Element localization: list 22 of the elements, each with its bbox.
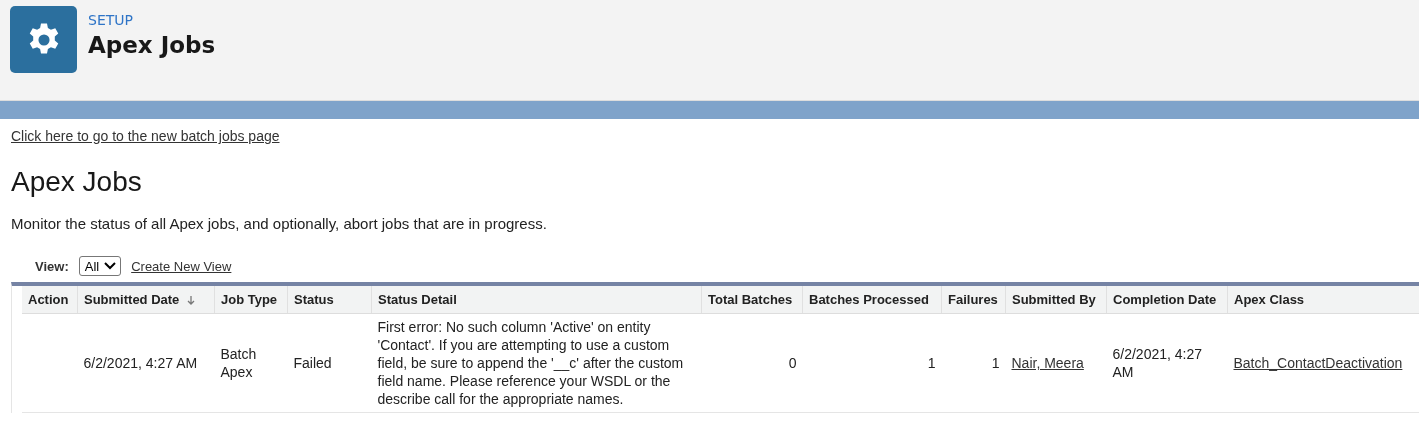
table-link[interactable]: Batch_ContactDeactivation (1233, 354, 1403, 372)
new-batch-jobs-link[interactable]: Click here to go to the new batch jobs page (11, 128, 280, 144)
table-cell: 1 (991, 355, 1000, 371)
table-cell: Batch Apex (220, 346, 257, 380)
view-label: View: (35, 258, 69, 274)
create-new-view-link[interactable]: Create New View (131, 258, 232, 274)
column-header[interactable]: Apex Class (1234, 292, 1305, 307)
table-link[interactable]: Nair, Meera (1011, 354, 1084, 372)
table-cell: First error: No such column 'Active' on entity 'Contact'. If you are attempting to use a custom field, be sure to append the '__c' after the custom field name. Please reference your WSDL or the describe call for the appropriate names. (377, 319, 684, 407)
page-title: Apex Jobs (11, 165, 143, 199)
table-cell: 1 (927, 355, 936, 371)
table-cell: 0 (788, 355, 797, 371)
column-header[interactable]: Status Detail (378, 292, 457, 307)
breadcrumb-label: SETUP (88, 12, 134, 28)
sort-descending-icon (187, 295, 196, 306)
table-cell: 6/2/2021, 4:27 AM (1112, 346, 1203, 380)
page-header-title: Apex Jobs (88, 32, 216, 58)
page-description: Monitor the status of all Apex jobs, and optionally, abort jobs that are in progress. (11, 215, 548, 232)
view-dropdown[interactable]: All (78, 256, 122, 276)
caret-icon (104, 262, 117, 270)
table-cell: 6/2/2021, 4:27 AM (83, 355, 198, 371)
table-cell: Failed (293, 355, 332, 371)
